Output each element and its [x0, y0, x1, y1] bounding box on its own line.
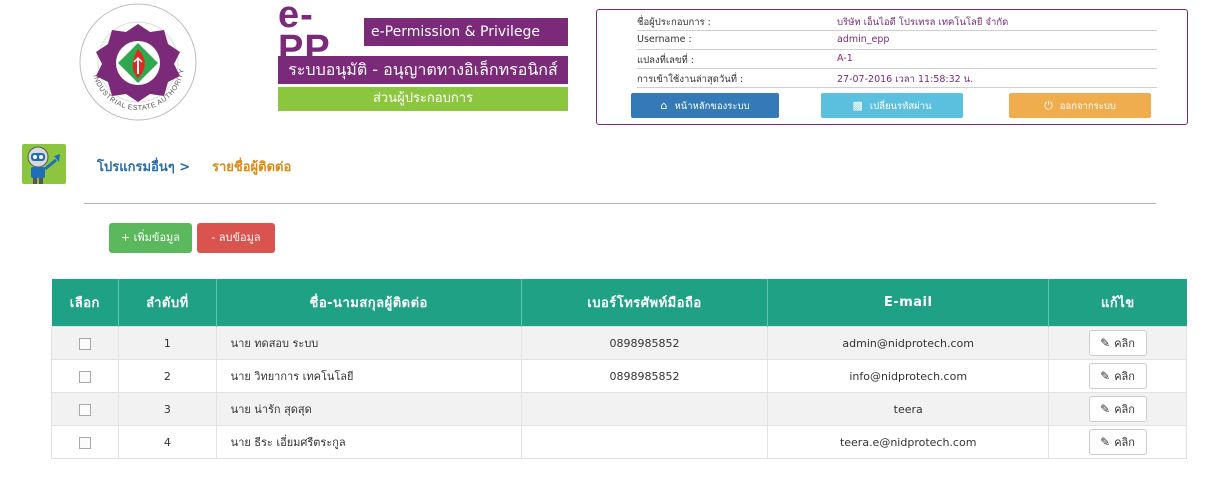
edit-button[interactable]: ✎ คลิก [1088, 363, 1147, 389]
col-number: ลำดับที่ [118, 279, 217, 327]
contacts-table: เลือก ลำดับที่ ชื่อ-นามสกุลผู้ติดต่อ เบอ… [50, 279, 1187, 459]
row-number: 3 [118, 392, 217, 426]
info-row-username: Username : admin_epp [637, 31, 1157, 50]
section-label: ส่วนผู้ประกอบการ [278, 87, 568, 111]
row-email: admin@nidprotech.com [767, 326, 1050, 360]
delete-data-button[interactable]: - ลบข้อมูล [197, 223, 275, 253]
info-row-last-login: การเข้าใช้งานล่าสุดวันที่ : 27-07-2016 เ… [637, 69, 1157, 88]
breadcrumb-other-programs[interactable]: โปรแกรมอื่นๆ > [97, 156, 190, 177]
edit-icon: ✎ [1100, 402, 1111, 416]
info-label: การเข้าใช้งานล่าสุดวันที่ : [637, 74, 744, 85]
edit-button-label: คลิก [1114, 436, 1135, 449]
col-email: E-mail [767, 279, 1050, 327]
edit-button-label: คลิก [1114, 370, 1135, 383]
row-mobile: 0898985852 [520, 359, 769, 393]
robot-icon [20, 142, 68, 186]
row-select-cell [50, 359, 120, 393]
power-icon: ⏻ [1044, 99, 1053, 112]
info-value: 27-07-2016 เวลา 11:58:32 น. [837, 74, 974, 85]
col-mobile: เบอร์โทรศัพท์มือถือ [521, 279, 769, 327]
table-row: 2 นาย วิทยาการ เทคโนโลยี 0898985852 info… [50, 359, 1187, 393]
lock-icon: ▩ [852, 99, 863, 112]
breadcrumb-current: รายชื่อผู้ติดต่อ [212, 160, 292, 175]
row-checkbox[interactable] [79, 403, 92, 416]
user-info-panel: ชื่อผู้ประกอบการ : บริษัท เอ็นไอดี โปรเท… [596, 9, 1188, 125]
info-label: ชื่อผู้ประกอบการ : [637, 17, 711, 28]
edit-button-label: คลิก [1114, 403, 1135, 416]
col-edit: แก้ไข [1048, 279, 1187, 327]
edit-icon: ✎ [1100, 336, 1111, 350]
edit-icon: ✎ [1100, 369, 1111, 383]
info-value: admin_epp [837, 34, 890, 45]
info-value: บริษัท เอ็นไอดี โปรเทรล เทคโนโลยี จำกัด [837, 17, 1009, 28]
row-contact-name: นาย วิทยาการ เทคโนโลยี [215, 359, 522, 393]
row-mobile [520, 425, 769, 459]
home-button[interactable]: ⌂ หน้าหลักของระบบ [631, 93, 779, 118]
table-row: 3 นาย น่ารัก สุดสุด teera ✎ คลิก [50, 392, 1187, 426]
row-edit-cell: ✎ คลิก [1048, 425, 1187, 459]
edit-button[interactable]: ✎ คลิก [1088, 396, 1147, 422]
row-number: 4 [118, 425, 217, 459]
row-select-cell [50, 392, 120, 426]
row-contact-name: นาย ทดสอบ ระบบ [215, 326, 522, 360]
row-checkbox[interactable] [79, 436, 92, 449]
brand-subtitle: e-Permission & Privilege [364, 18, 568, 46]
edit-button[interactable]: ✎ คลิก [1088, 330, 1147, 356]
brand-block: e-PP e-Permission & Privilege ระบบอนุมัต… [278, 0, 568, 111]
row-email: teera.e@nidprotech.com [767, 425, 1050, 459]
info-value: A-1 [837, 53, 853, 64]
table-header-row: เลือก ลำดับที่ ชื่อ-นามสกุลผู้ติดต่อ เบอ… [51, 279, 1187, 327]
row-select-cell [50, 425, 120, 459]
row-select-cell [50, 326, 120, 360]
edit-button[interactable]: ✎ คลิก [1088, 429, 1147, 455]
row-contact-name: นาย น่ารัก สุดสุด [215, 392, 522, 426]
row-number: 1 [118, 326, 217, 360]
home-icon: ⌂ [660, 99, 668, 112]
col-select: เลือก [51, 279, 120, 327]
section-divider [84, 203, 1156, 204]
row-mobile: 0898985852 [520, 326, 769, 360]
row-edit-cell: ✎ คลิก [1048, 392, 1187, 426]
page-header: INDUSTRIAL ESTATE AUTHORITY OF THAILAND … [0, 0, 1211, 128]
row-email: teera [767, 392, 1050, 426]
table-row: 1 นาย ทดสอบ ระบบ 0898985852 admin@nidpro… [50, 326, 1187, 360]
row-number: 2 [118, 359, 217, 393]
row-edit-cell: ✎ คลิก [1048, 359, 1187, 393]
info-label: Username : [637, 34, 692, 45]
ieat-logo: INDUSTRIAL ESTATE AUTHORITY OF THAILAND [69, 0, 204, 122]
home-button-label: หน้าหลักของระบบ [674, 101, 750, 112]
logout-label: ออกจากระบบ [1059, 101, 1116, 112]
edit-icon: ✎ [1100, 435, 1111, 449]
row-email: info@nidprotech.com [767, 359, 1050, 393]
table-row: 4 นาย ธีระ เอี่ยมศรีตระกูล teera.e@nidpr… [50, 425, 1187, 459]
change-password-button[interactable]: ▩ เปลี่ยนรหัสผ่าน [821, 93, 963, 118]
edit-button-label: คลิก [1114, 337, 1135, 350]
row-checkbox[interactable] [79, 337, 92, 350]
add-data-button[interactable]: + เพิ่มข้อมูล [109, 223, 192, 253]
info-row-plot: แปลงที่เลขที่ : A-1 [637, 50, 1157, 69]
row-contact-name: นาย ธีระ เอี่ยมศรีตระกูล [215, 425, 522, 459]
row-mobile [520, 392, 769, 426]
change-password-label: เปลี่ยนรหัสผ่าน [869, 101, 932, 112]
system-title: ระบบอนุมัติ - อนุญาตทางอิเล็กทรอนิกส์ [278, 56, 568, 84]
info-label: แปลงที่เลขที่ : [637, 55, 694, 66]
info-row-operator: ชื่อผู้ประกอบการ : บริษัท เอ็นไอดี โปรเท… [637, 12, 1157, 31]
row-edit-cell: ✎ คลิก [1048, 326, 1187, 360]
row-checkbox[interactable] [79, 370, 92, 383]
col-contact-name: ชื่อ-นามสกุลผู้ติดต่อ [216, 279, 522, 327]
logout-button[interactable]: ⏻ ออกจากระบบ [1009, 93, 1151, 118]
